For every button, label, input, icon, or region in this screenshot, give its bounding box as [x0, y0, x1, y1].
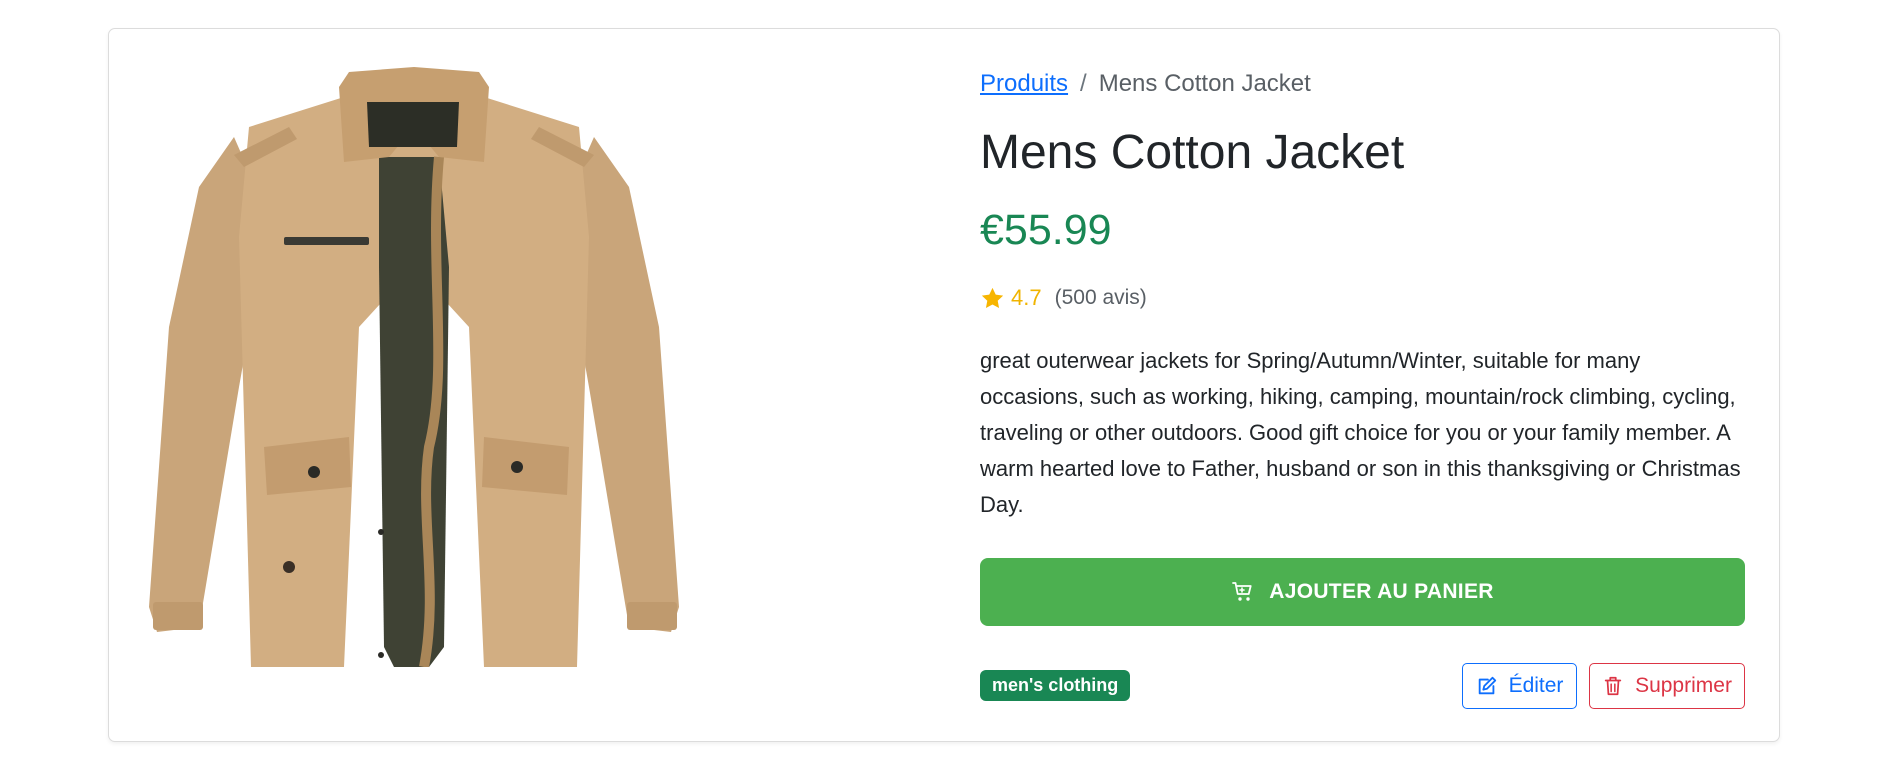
delete-label: Supprimer [1635, 674, 1732, 697]
breadcrumb: Produits / Mens Cotton Jacket [980, 70, 1311, 98]
product-rating: 4.7 (500 avis) [980, 285, 1147, 311]
rating-review-count: (500 avis) [1054, 286, 1147, 309]
edit-icon [1478, 676, 1496, 695]
jacket-image [149, 67, 679, 667]
product-description: great outerwear jackets for Spring/Autum… [980, 348, 1741, 517]
category-badge: men's clothing [980, 670, 1131, 701]
edit-button[interactable]: Éditer [1462, 663, 1577, 709]
edit-label: Éditer [1508, 674, 1564, 697]
breadcrumb-link-products[interactable]: Produits [980, 70, 1068, 97]
breadcrumb-separator: / [1080, 70, 1087, 97]
trash-icon [1604, 676, 1622, 696]
star-icon [981, 287, 1004, 308]
delete-button[interactable]: Supprimer [1589, 663, 1745, 709]
product-title: Mens Cotton Jacket [980, 126, 1405, 179]
rating-score: 4.7 [1011, 285, 1042, 310]
breadcrumb-current: Mens Cotton Jacket [1098, 70, 1311, 97]
product-price: €55.99 [980, 206, 1112, 254]
add-to-cart-button[interactable]: AJOUTER AU PANIER [980, 558, 1745, 626]
product-card: Produits / Mens Cotton Jacket Mens Cotton … [108, 28, 1780, 742]
cart-icon [1232, 582, 1252, 601]
product-image [139, 67, 689, 667]
add-to-cart-label: AJOUTER AU PANIER [1269, 580, 1494, 603]
